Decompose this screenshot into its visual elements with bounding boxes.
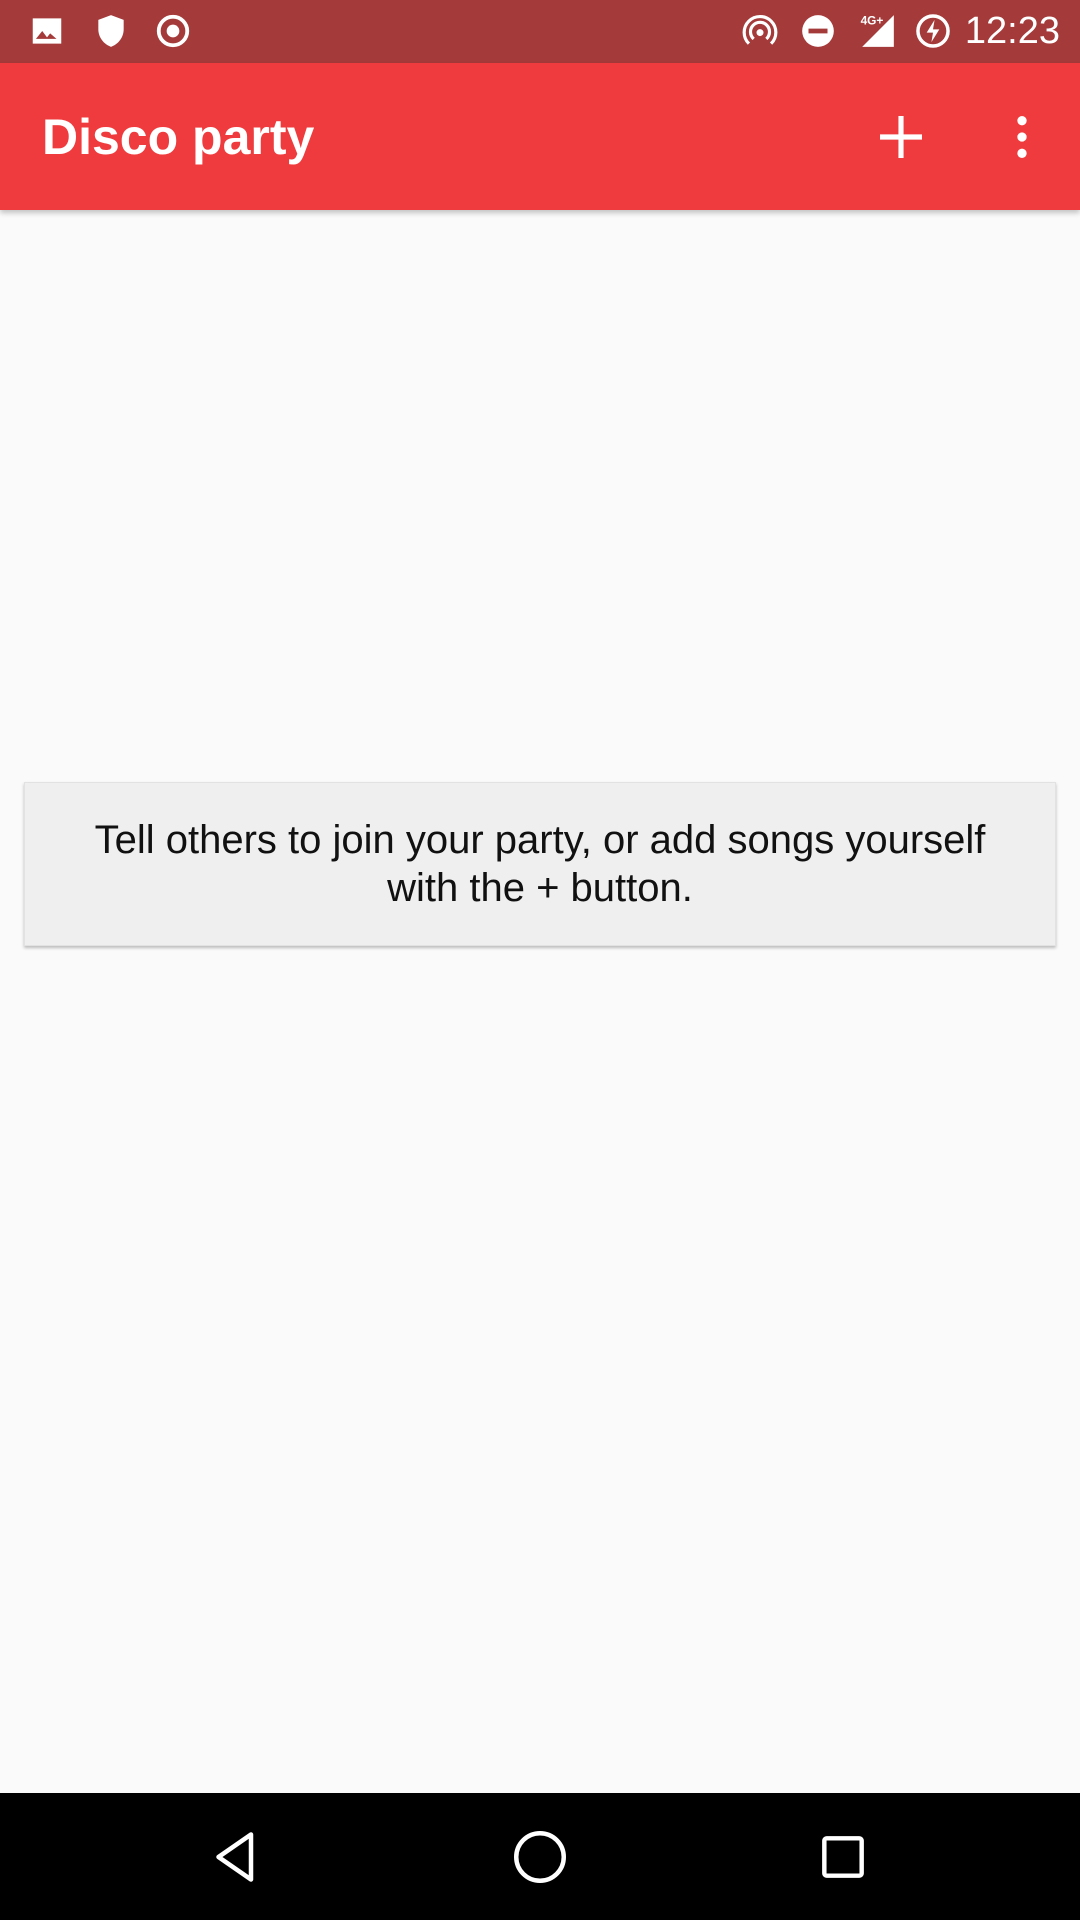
home-button[interactable] [504, 1821, 576, 1893]
navigation-bar [0, 1793, 1080, 1920]
image-icon [28, 12, 66, 50]
app-bar: Disco party [0, 63, 1080, 210]
empty-state-message: Tell others to join your party, or add s… [94, 818, 986, 910]
battery-charging-icon [914, 12, 952, 50]
back-icon [206, 1827, 266, 1887]
overflow-menu-button[interactable] [988, 103, 1056, 171]
add-icon [873, 109, 929, 165]
status-time: 12:23 [964, 10, 1060, 52]
add-button[interactable] [867, 103, 935, 171]
recents-button[interactable] [807, 1821, 879, 1893]
party-queue: Tell others to join your party, or add s… [0, 210, 1080, 1793]
more-vert-icon [994, 109, 1050, 165]
back-button[interactable] [200, 1821, 272, 1893]
do-not-disturb-icon [799, 12, 837, 50]
home-icon [510, 1827, 570, 1887]
recents-icon [815, 1829, 871, 1885]
app-title: Disco party [42, 109, 315, 165]
status-bar: 4G+ 12:23 [0, 0, 1080, 63]
shield-icon [92, 12, 130, 50]
hotspot-icon [741, 12, 779, 50]
signal-icon: 4G+ [858, 12, 898, 50]
record-icon [154, 12, 192, 50]
empty-state-card: Tell others to join your party, or add s… [24, 782, 1056, 946]
network-label: 4G+ [861, 14, 884, 28]
